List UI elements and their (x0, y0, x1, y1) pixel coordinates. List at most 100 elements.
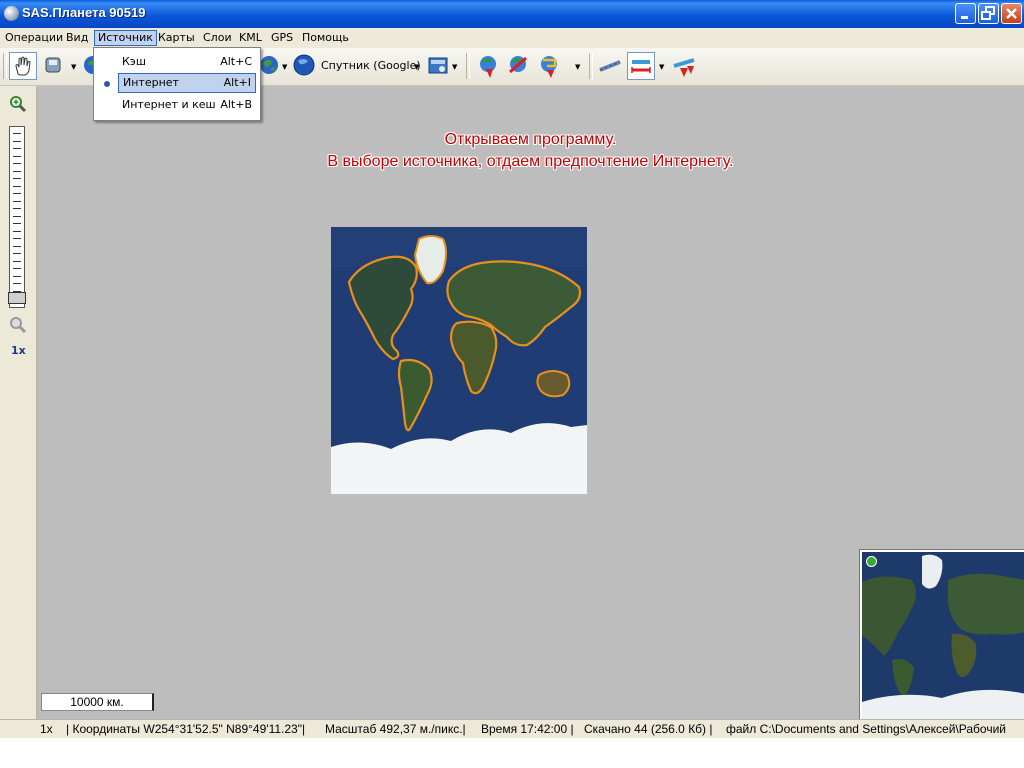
status-file: файл C:\Documents and Settings\Алексей\Р… (726, 722, 1006, 736)
zoom-slider-tick (13, 238, 21, 239)
marks-button[interactable] (670, 52, 698, 80)
measure-distance-button[interactable] (627, 52, 655, 80)
map-type-button[interactable] (291, 52, 319, 80)
zoom-slider-tick (13, 178, 21, 179)
zoom-slider-tick (13, 283, 21, 284)
zoom-level-label: 1x (11, 344, 26, 357)
measure-line-icon (599, 60, 621, 72)
zoom-sidebar: 1x (0, 86, 37, 719)
select-tool-button[interactable] (40, 52, 68, 80)
gps-route-icon (541, 56, 557, 78)
zoom-slider-tick (13, 193, 21, 194)
zoom-slider-thumb[interactable] (8, 292, 26, 304)
gps-track-icon (509, 56, 527, 74)
status-scale: Масштаб 492,37 м./пикс.| (325, 722, 466, 736)
close-button[interactable] (1001, 3, 1022, 24)
zoom-slider-tick (13, 133, 21, 134)
restore-button[interactable] (978, 3, 999, 24)
toolbar-separator (466, 53, 470, 79)
menu-bar: Операции Вид Источник Карты Слои KML GPS… (0, 28, 1024, 48)
status-downloaded: Скачано 44 (256.0 Кб) | (584, 722, 713, 736)
menu-item-internet-shortcut: Alt+I (223, 76, 251, 89)
zoom-slider-tick (13, 245, 21, 247)
menu-source[interactable]: Источник (94, 30, 157, 46)
mouse-select-icon (45, 57, 61, 73)
zoom-slider-track[interactable] (9, 126, 25, 308)
zoom-slider-tick (13, 230, 21, 232)
zoom-slider-tick (13, 275, 21, 277)
scale-bar: 10000 км. (41, 693, 154, 711)
status-time: Время 17:42:00 | (481, 722, 574, 736)
menu-item-internet-and-cache-label: Интернет и кеш (122, 98, 216, 111)
zoom-slider-tick (13, 215, 21, 217)
status-zoom: 1x (40, 722, 53, 736)
menu-item-cache-shortcut: Alt+C (220, 55, 252, 68)
zoom-in-icon[interactable] (9, 95, 27, 113)
minimap-toggle-icon[interactable] (866, 556, 877, 567)
menu-layers[interactable]: Слои (200, 30, 235, 46)
zoom-slider-tick (13, 185, 21, 187)
overview-minimap[interactable] (859, 549, 1024, 719)
map-globe-dropdown-arrow[interactable]: ▼ (282, 63, 287, 71)
zoom-slider-tick (13, 163, 21, 164)
menu-operations[interactable]: Операции (2, 30, 66, 46)
zoom-slider-tick (13, 208, 21, 209)
menu-item-internet-and-cache-shortcut: Alt+B (220, 98, 252, 111)
menu-item-cache[interactable]: Кэш Alt+C (118, 52, 256, 72)
layers-button[interactable] (425, 52, 453, 80)
zoom-slider-tick (13, 260, 21, 262)
zoom-slider-tick (13, 155, 21, 157)
menu-item-internet-label: Интернет (123, 76, 179, 89)
map-type-label[interactable]: Спутник (Google) (321, 59, 421, 72)
menu-maps[interactable]: Карты (155, 30, 198, 46)
measure-line-button[interactable] (596, 52, 624, 80)
status-bar: 1x | Координаты W254°31'52.5" N89°49'11.… (0, 719, 1024, 738)
measure-dropdown-arrow[interactable]: ▼ (659, 63, 664, 71)
caption-line-2: В выборе источника, отдаем предпочтение … (327, 153, 734, 170)
zoom-slider-tick (13, 140, 21, 142)
radio-selected-icon (104, 81, 110, 87)
close-icon (1006, 8, 1017, 19)
map-type-dropdown-arrow[interactable]: ▼ (414, 63, 419, 71)
gps-track-button[interactable] (504, 52, 532, 80)
menu-view[interactable]: Вид (63, 30, 91, 46)
toolbar-grip[interactable] (3, 53, 7, 79)
menu-item-cache-label: Кэш (122, 55, 146, 68)
menu-item-internet[interactable]: Интернет Alt+I (118, 73, 256, 93)
pan-tool-button[interactable] (9, 52, 37, 80)
status-coordinates: | Координаты W254°31'52.5" N89°49'11.23"… (66, 722, 306, 736)
minimize-icon (961, 16, 968, 19)
satellite-globe-icon (293, 54, 315, 76)
restore-icon (981, 6, 995, 20)
zoom-slider-tick (13, 223, 21, 224)
gps-route-button[interactable] (535, 52, 563, 80)
minimize-button[interactable] (955, 3, 976, 24)
zoom-slider-tick (13, 268, 21, 269)
menu-help[interactable]: Помощь (299, 30, 352, 46)
zoom-slider-tick (13, 253, 21, 254)
zoom-out-icon[interactable] (9, 316, 27, 334)
menu-item-internet-and-cache[interactable]: Интернет и кеш Alt+B (118, 95, 256, 115)
zoom-slider-tick (13, 200, 21, 202)
toolbar-separator (589, 53, 593, 79)
gps-dropdown-arrow[interactable]: ▼ (575, 63, 580, 71)
layers-dropdown-arrow[interactable]: ▼ (452, 63, 457, 71)
menu-kml[interactable]: KML (236, 30, 265, 46)
marks-icon (673, 58, 695, 77)
caption-line-1: Открываем программу. (444, 131, 617, 148)
gps-marker-icon (480, 56, 496, 78)
minimap-map[interactable] (862, 552, 1024, 719)
title-bar[interactable]: SAS.Планета 90519 (0, 0, 1024, 28)
zoom-slider-tick (13, 170, 21, 172)
zoom-slider-tick (13, 148, 21, 149)
hand-pan-icon (15, 56, 31, 76)
select-dropdown-arrow[interactable]: ▼ (71, 63, 76, 71)
app-icon[interactable] (4, 6, 19, 21)
source-menu-dropdown: Кэш Alt+C Интернет Alt+I Интернет и кеш … (93, 47, 261, 121)
map-canvas[interactable]: Открываем программу. В выборе источника,… (37, 86, 1024, 719)
window-title: SAS.Планета 90519 (22, 5, 146, 20)
world-map-tile[interactable] (331, 227, 587, 494)
menu-gps[interactable]: GPS (268, 30, 296, 46)
gps-connect-button[interactable] (474, 52, 502, 80)
map-layers-icon (428, 57, 448, 74)
